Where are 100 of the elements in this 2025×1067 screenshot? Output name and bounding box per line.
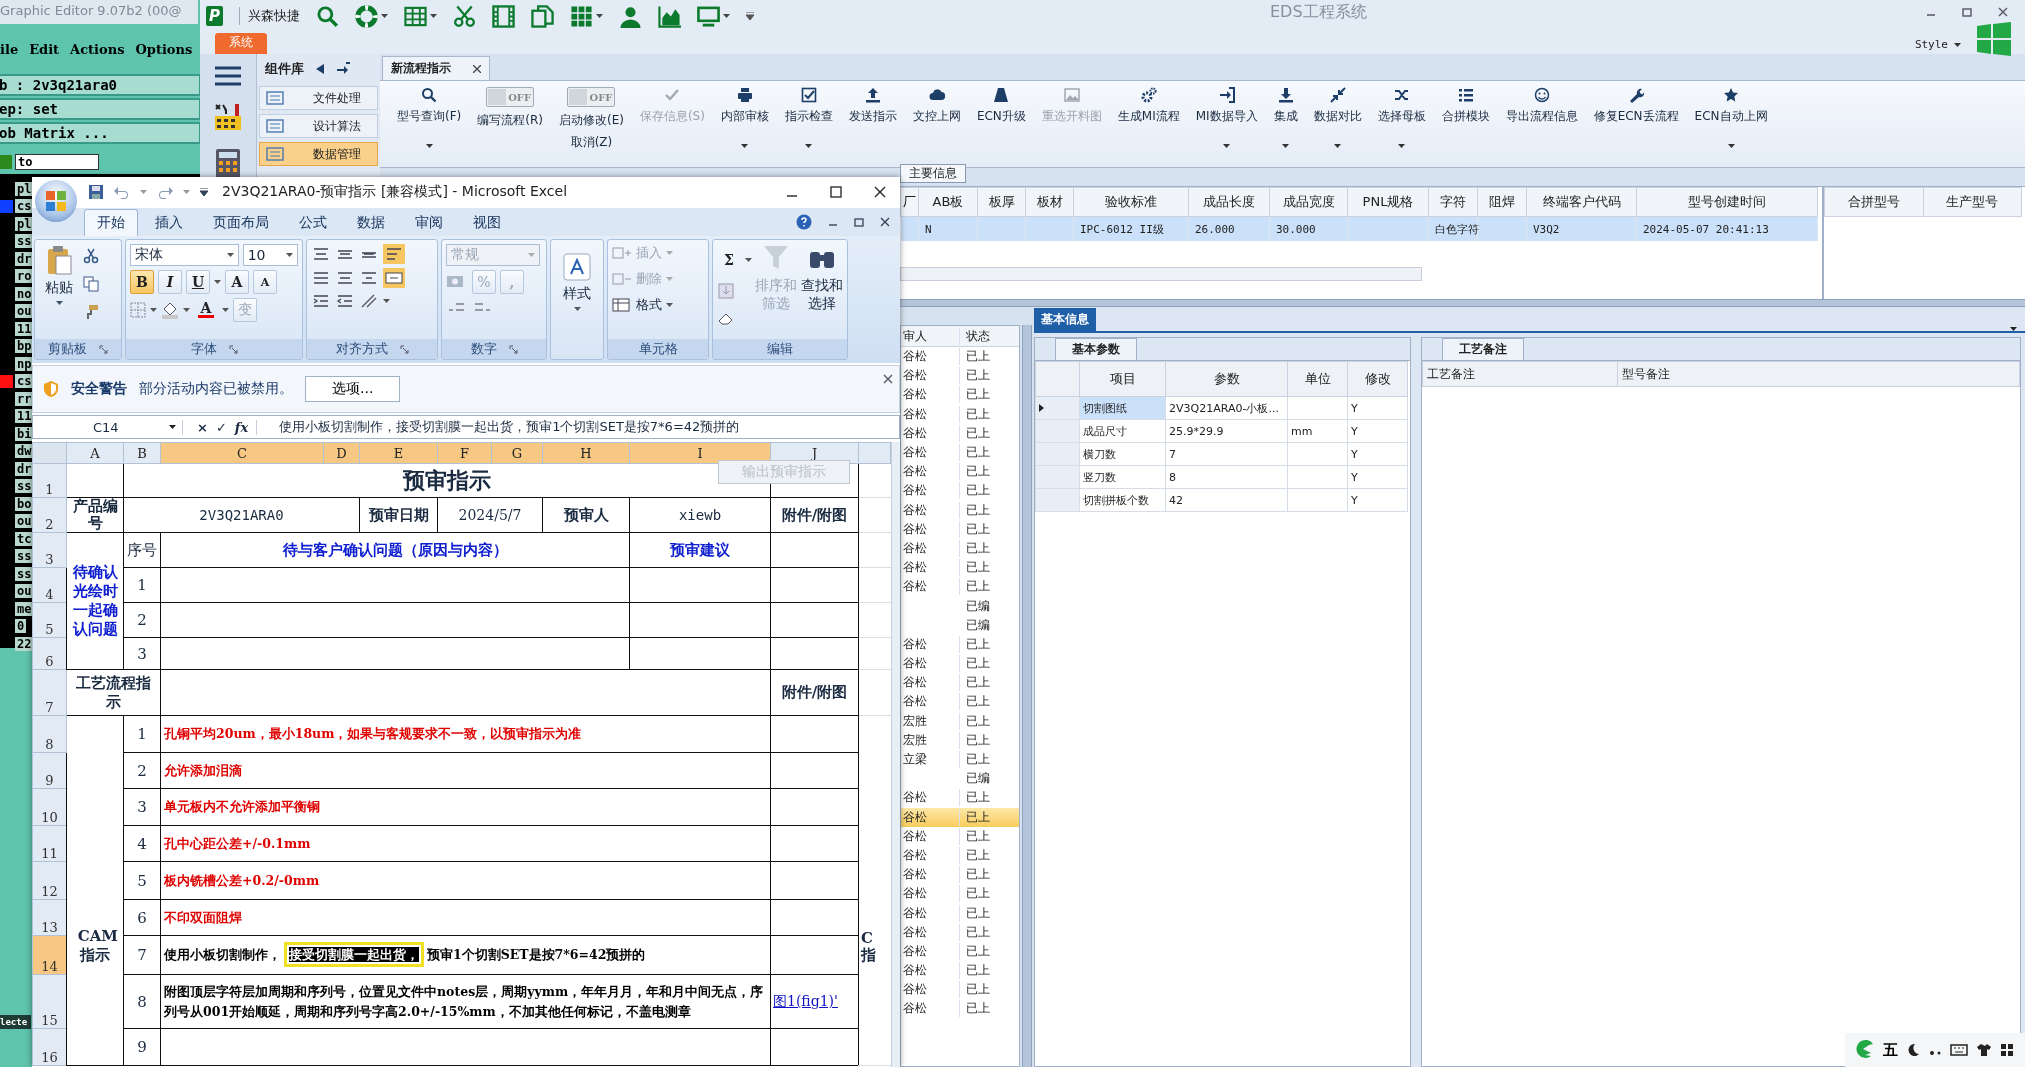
list-row[interactable]: 谷松 已上 <box>901 519 1019 539</box>
list-row[interactable]: 谷松 已上 <box>901 807 1019 827</box>
caret-icon[interactable] <box>723 14 730 18</box>
ribbon-button[interactable]: ECN自动上网 <box>1687 81 1775 167</box>
table-cell[interactable]: 切割拼板个数 <box>1079 488 1166 512</box>
layer-item[interactable]: ss <box>15 566 34 581</box>
list-row[interactable]: 立梁 已上 <box>901 749 1019 770</box>
enter-button[interactable]: ✓ <box>215 419 227 435</box>
ime-mode[interactable]: 五 <box>1883 1040 1898 1060</box>
column-header[interactable]: A <box>66 442 124 464</box>
column-header[interactable]: 成品长度 <box>1188 187 1270 217</box>
formula-field[interactable]: 使用小板切割制作，接受切割膜一起出货，预审1个切割SET是按7*6=42预拼的 <box>263 418 740 436</box>
caret-icon[interactable] <box>1954 42 1961 47</box>
table-cell[interactable]: 横刀数 <box>1079 442 1166 466</box>
layer-item[interactable]: tc <box>15 531 34 546</box>
cancel-button[interactable]: × <box>197 419 208 435</box>
ribbon-button[interactable]: 选择母板 <box>1370 81 1433 167</box>
list-row[interactable]: 谷松 已上 <box>901 961 1019 981</box>
filter-field[interactable]: to <box>15 154 99 170</box>
column-header[interactable]: 字符 <box>1428 187 1478 217</box>
list-row[interactable]: 已编 <box>901 596 1019 616</box>
column-header[interactable]: B <box>123 442 161 464</box>
factory-icon[interactable] <box>213 102 243 132</box>
dialog-launcher-icon[interactable] <box>508 344 518 354</box>
list-row[interactable]: 谷松 已上 <box>901 788 1019 808</box>
layer-item[interactable]: bp <box>15 339 34 354</box>
caret-icon[interactable] <box>214 280 221 284</box>
caret-icon[interactable] <box>55 301 63 305</box>
maximize-icon[interactable] <box>830 186 842 198</box>
list-row[interactable]: 谷松 已上 <box>901 941 1019 961</box>
row-header[interactable]: 9 <box>32 752 67 789</box>
caret-icon[interactable] <box>381 14 388 18</box>
row-header[interactable]: 10 <box>32 788 67 826</box>
column-header[interactable]: D <box>323 442 360 464</box>
keyboard-icon[interactable] <box>1950 1043 1968 1057</box>
ribbon-button[interactable]: 数据对比 <box>1306 81 1369 167</box>
table-cell[interactable]: 成品尺寸 <box>1079 419 1166 443</box>
layer-item[interactable]: 0 <box>15 619 27 634</box>
caret-icon[interactable] <box>286 253 293 257</box>
format-button[interactable]: 格式 <box>636 296 662 314</box>
ribbon-button[interactable]: 发送指示 <box>841 81 904 167</box>
column-header[interactable]: 终端客户代码 <box>1526 187 1637 217</box>
align-icon[interactable] <box>359 269 379 287</box>
close-icon[interactable] <box>1997 6 2009 18</box>
caret-icon[interactable] <box>226 253 234 257</box>
insert-cells-icon[interactable] <box>612 245 632 261</box>
ribbon-button[interactable]: 修复ECN丢流程 <box>1586 81 1686 167</box>
row-header[interactable]: 2 <box>32 497 67 533</box>
ribbon-button[interactable]: 集成 <box>1266 81 1305 167</box>
search-icon[interactable] <box>316 4 339 28</box>
ribbon-tab[interactable]: 审阅 <box>402 209 456 236</box>
layer-item[interactable]: ou <box>15 514 34 529</box>
row-header[interactable]: 11 <box>32 825 67 862</box>
column-header[interactable]: I <box>629 442 771 464</box>
ribbon-tab[interactable]: 页面布局 <box>200 209 282 236</box>
ribbon-tab[interactable]: 视图 <box>460 209 514 236</box>
list-row[interactable]: 谷松 已上 <box>901 922 1019 942</box>
font-size-field[interactable]: 10 <box>242 244 298 266</box>
wrap-text-icon[interactable] <box>383 244 405 264</box>
copy-icon[interactable] <box>531 4 554 28</box>
row-header[interactable]: 14 <box>32 935 67 975</box>
column-header[interactable]: 板材 <box>1025 187 1074 217</box>
layer-item[interactable]: ss <box>15 549 34 564</box>
list-row[interactable]: 谷松 已上 <box>901 538 1019 559</box>
list-row[interactable]: 谷松 已上 <box>901 442 1019 463</box>
column-header[interactable]: 项目 <box>1079 361 1166 397</box>
copy-icon[interactable] <box>83 276 99 292</box>
list-row[interactable]: 谷松 已上 <box>901 462 1019 482</box>
layer-item[interactable]: bi <box>15 426 34 441</box>
column-header[interactable]: PNL规格 <box>1347 187 1429 217</box>
dialog-launcher-icon[interactable] <box>399 344 409 354</box>
column-header[interactable]: 参数 <box>1165 361 1288 397</box>
ribbon-button[interactable]: 型号查询(F) <box>390 81 469 167</box>
caret-icon[interactable] <box>169 425 176 429</box>
layer-item[interactable]: ou <box>15 584 34 599</box>
column-header[interactable]: 验收标准 <box>1073 187 1189 217</box>
caret-icon[interactable] <box>741 144 749 148</box>
close-icon[interactable] <box>883 374 893 384</box>
bold-button[interactable]: B <box>130 270 154 294</box>
column-header[interactable]: F <box>437 442 492 464</box>
restore-icon[interactable] <box>854 217 864 227</box>
fill-color-icon[interactable] <box>161 301 179 319</box>
options-button[interactable]: 选项... <box>305 376 401 402</box>
sidebar-item[interactable]: 设计算法 <box>259 114 378 138</box>
column-header[interactable]: 型号备注 <box>1617 361 2020 387</box>
column-header[interactable]: 单位 <box>1287 361 1348 397</box>
list-row[interactable]: 宏胜 已上 <box>901 711 1019 731</box>
layer-item[interactable]: dw <box>15 444 34 459</box>
column-header[interactable]: H <box>542 442 630 464</box>
caret-icon[interactable] <box>1223 144 1231 148</box>
caret-icon[interactable] <box>745 258 752 262</box>
caret-icon[interactable] <box>573 307 581 311</box>
layer-item[interactable]: dr <box>15 461 34 476</box>
column-header[interactable]: 合拼型号 <box>1824 187 1923 217</box>
layer-item[interactable]: ro <box>15 269 34 284</box>
list-row[interactable]: 谷松 已上 <box>901 404 1019 424</box>
name-box[interactable]: C14 <box>93 419 119 435</box>
row-header[interactable]: 13 <box>32 899 67 936</box>
find-select-button[interactable]: 查找和选择 <box>800 276 843 312</box>
row-header[interactable]: 3 <box>32 532 67 568</box>
